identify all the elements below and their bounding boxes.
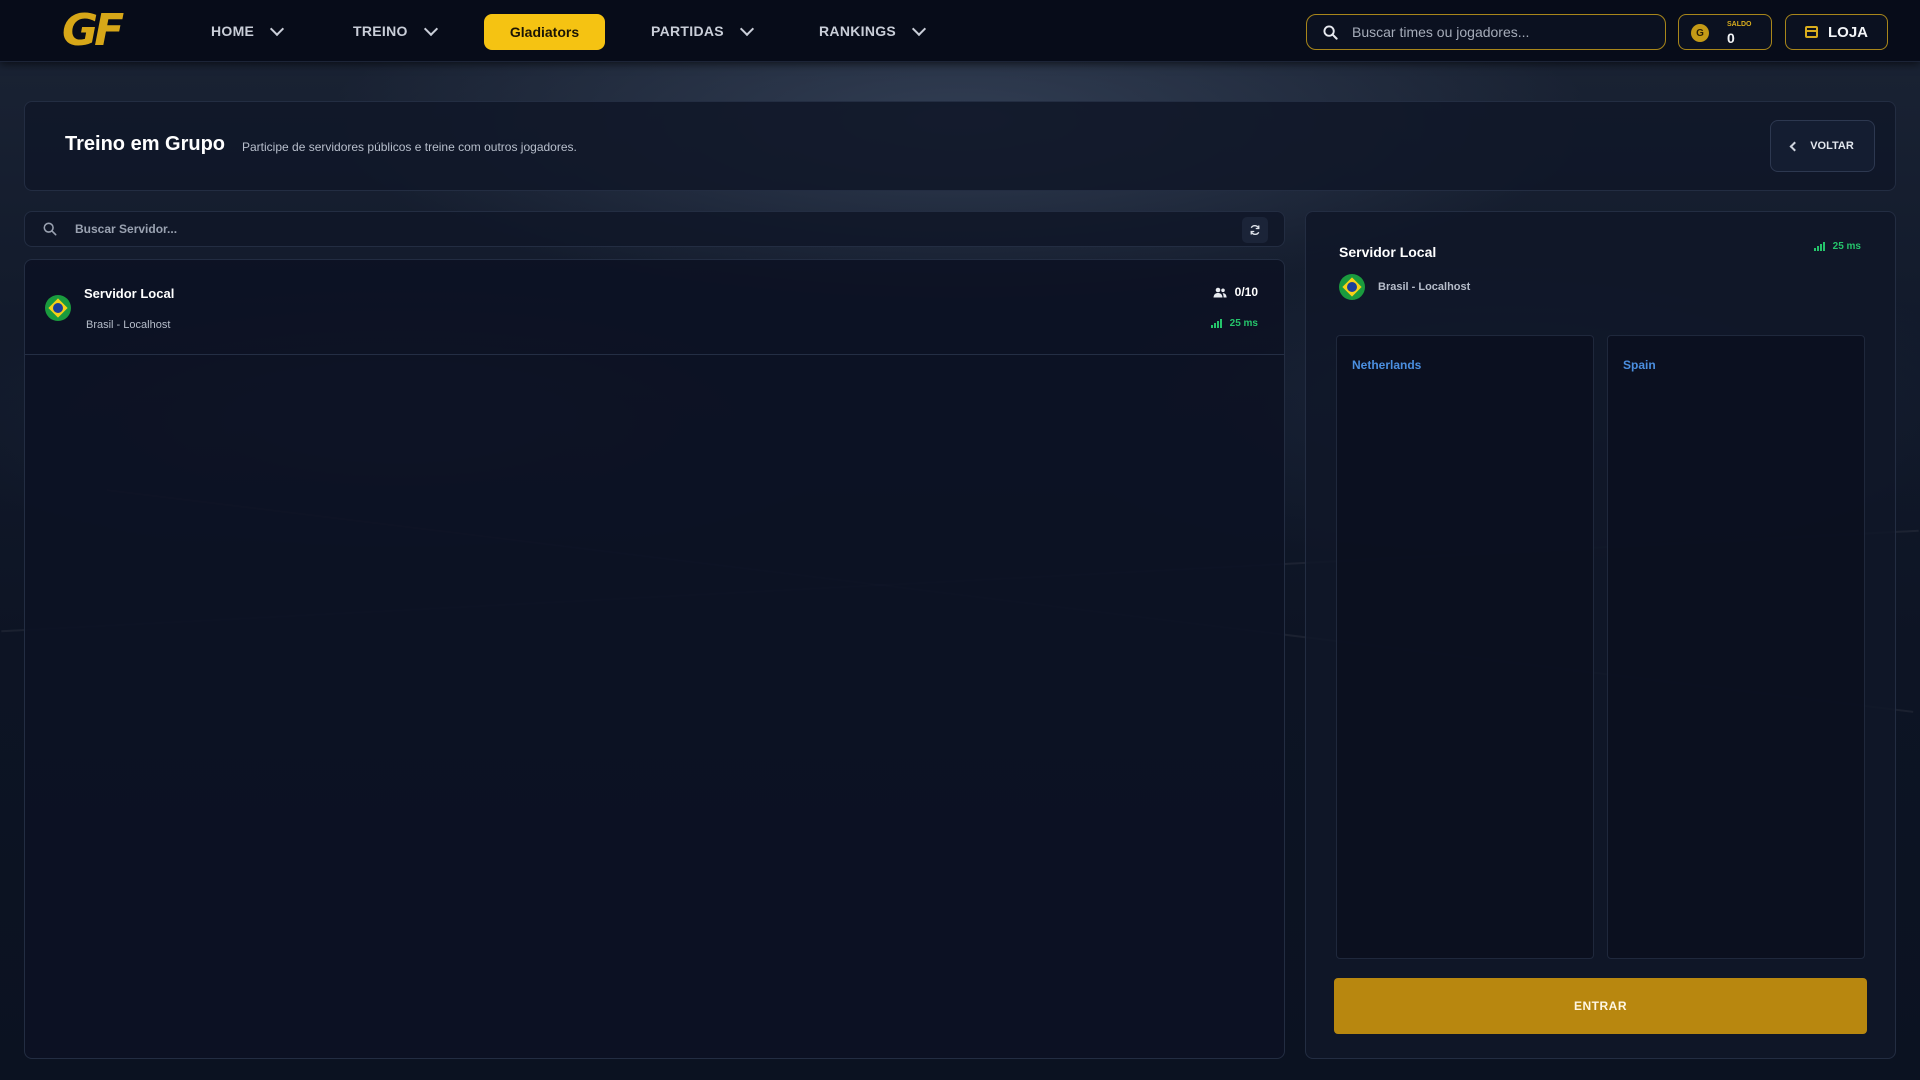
users-icon bbox=[1213, 287, 1227, 297]
team-name: Netherlands bbox=[1352, 358, 1422, 372]
search-icon bbox=[43, 222, 57, 236]
balance-widget[interactable]: G SALDO 0 bbox=[1678, 14, 1772, 50]
server-detail-panel: Servidor Local 25 ms Brasil - Localhost … bbox=[1305, 211, 1896, 1059]
team-slot-netherlands[interactable]: Netherlands bbox=[1336, 335, 1594, 959]
chevron-left-icon bbox=[1789, 141, 1800, 151]
page-header: Treino em Grupo Participe de servidores … bbox=[24, 101, 1896, 191]
signal-icon bbox=[1813, 242, 1825, 251]
nav-treino[interactable]: TREINO bbox=[353, 0, 438, 62]
server-ping-value: 25 ms bbox=[1229, 318, 1258, 329]
selected-server-ping-value: 25 ms bbox=[1832, 241, 1861, 252]
store-label: LOJA bbox=[1827, 23, 1868, 41]
nav-rankings-label: RANKINGS bbox=[819, 23, 897, 39]
nav-home[interactable]: HOME bbox=[211, 0, 285, 62]
server-ping: 25 ms bbox=[1210, 318, 1258, 329]
page-title: Treino em Grupo bbox=[65, 133, 226, 155]
selected-server-ping: 25 ms bbox=[1813, 241, 1861, 252]
nav-treino-label: TREINO bbox=[353, 23, 408, 39]
gf-logo[interactable]: GF bbox=[62, 9, 124, 53]
brazil-flag-icon bbox=[45, 295, 71, 321]
server-row[interactable]: Servidor Local Brasil - Localhost 0/10 2… bbox=[25, 260, 1284, 355]
balance-label: SALDO bbox=[1727, 21, 1752, 28]
server-player-count: 0/10 bbox=[1213, 285, 1258, 299]
join-button[interactable]: ENTRAR bbox=[1334, 978, 1867, 1034]
server-search-input[interactable]: Buscar Servidor... bbox=[24, 211, 1285, 247]
server-location: Brasil - Localhost bbox=[86, 319, 171, 331]
brazil-flag-icon bbox=[1339, 274, 1365, 300]
global-search-input[interactable]: Buscar times ou jogadores... bbox=[1306, 14, 1666, 50]
coin-icon: G bbox=[1691, 24, 1709, 42]
team-slot-spain[interactable]: Spain bbox=[1607, 335, 1865, 959]
refresh-icon bbox=[1250, 225, 1260, 235]
server-name: Servidor Local bbox=[84, 286, 175, 301]
back-button[interactable]: VOLTAR bbox=[1770, 120, 1875, 172]
team-name: Spain bbox=[1623, 358, 1656, 372]
nav-partidas[interactable]: PARTIDAS bbox=[651, 0, 754, 62]
nav-rankings[interactable]: RANKINGS bbox=[819, 0, 927, 62]
store-icon bbox=[1804, 26, 1818, 38]
nav-gladiators[interactable]: Gladiators bbox=[484, 14, 605, 50]
balance-value: 0 bbox=[1727, 30, 1735, 46]
search-icon bbox=[1323, 24, 1338, 40]
server-search-placeholder: Buscar Servidor... bbox=[75, 222, 178, 236]
global-search-placeholder: Buscar times ou jogadores... bbox=[1352, 24, 1530, 40]
server-list: Servidor Local Brasil - Localhost 0/10 2… bbox=[24, 259, 1285, 1059]
nav-home-label: HOME bbox=[211, 23, 255, 39]
nav-partidas-label: PARTIDAS bbox=[651, 23, 724, 39]
refresh-button[interactable] bbox=[1242, 217, 1268, 243]
chevron-down-icon bbox=[423, 21, 438, 36]
top-navbar: GF HOME TREINO Gladiators PARTIDAS RANKI… bbox=[0, 0, 1920, 62]
chevron-down-icon bbox=[912, 21, 927, 36]
server-player-count-value: 0/10 bbox=[1234, 285, 1258, 299]
store-button[interactable]: LOJA bbox=[1785, 14, 1888, 50]
chevron-down-icon bbox=[739, 21, 754, 36]
signal-icon bbox=[1210, 319, 1222, 328]
selected-server-name: Servidor Local bbox=[1339, 244, 1437, 260]
back-button-label: VOLTAR bbox=[1810, 140, 1854, 152]
page-subtitle: Participe de servidores públicos e trein… bbox=[242, 140, 577, 154]
chevron-down-icon bbox=[270, 21, 285, 36]
selected-server-location: Brasil - Localhost bbox=[1378, 281, 1471, 293]
